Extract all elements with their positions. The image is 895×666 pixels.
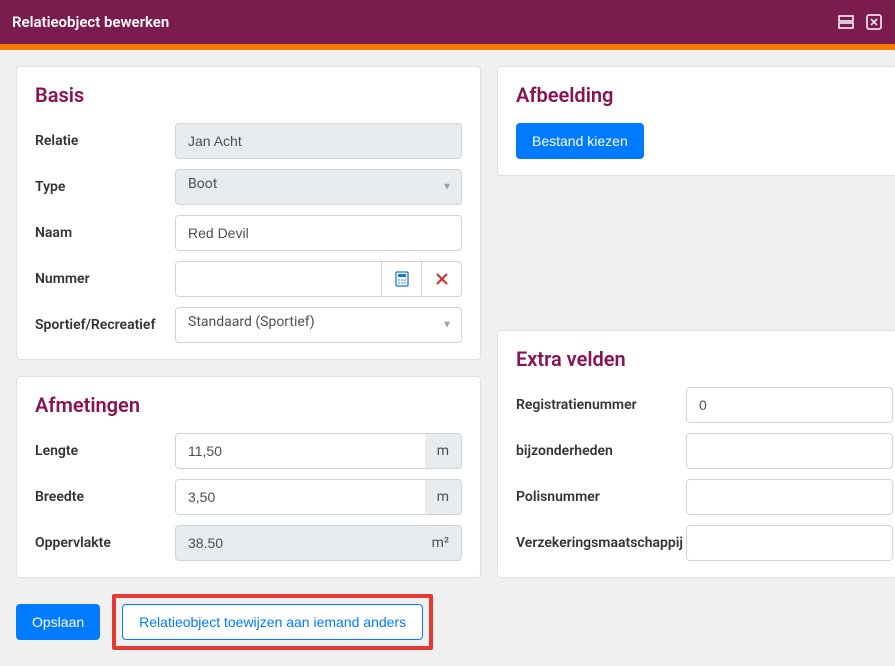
input-polis[interactable] (686, 479, 893, 515)
unit-lengte: m (425, 433, 462, 469)
input-bijzonderheden[interactable] (686, 433, 893, 469)
highlight-annotation: Relatieobject toewijzen aan iemand ander… (112, 594, 433, 650)
card-basis: Basis Relatie Type Boot ▼ Naam (16, 66, 481, 360)
label-bijzonderheden: bijzonderheden (516, 443, 686, 459)
window-restore-icon[interactable] (837, 13, 855, 31)
heading-basis: Basis (35, 83, 462, 107)
card-extra: Extra velden Registratienummer bijzonder… (497, 330, 895, 578)
titlebar: Relatieobject bewerken (0, 0, 895, 44)
label-verzekering: Verzekeringsmaatschappij (516, 535, 686, 551)
heading-afbeelding: Afbeelding (516, 83, 893, 107)
label-registratie: Registratienummer (516, 397, 686, 413)
choose-file-button[interactable]: Bestand kiezen (516, 123, 644, 159)
calculator-icon[interactable] (382, 261, 422, 297)
unit-breedte: m (425, 479, 462, 515)
label-nummer: Nummer (35, 271, 175, 287)
label-type: Type (35, 179, 175, 195)
heading-extra: Extra velden (516, 347, 893, 371)
label-oppervlakte: Oppervlakte (35, 535, 175, 551)
input-nummer[interactable] (175, 261, 382, 297)
input-relatie (175, 123, 462, 159)
label-polis: Polisnummer (516, 489, 686, 505)
input-verzekering[interactable] (686, 525, 893, 561)
select-sportief[interactable]: Standaard (Sportief) (175, 307, 462, 343)
label-breedte: Breedte (35, 489, 175, 505)
input-registratie[interactable] (686, 387, 893, 423)
input-breedte[interactable] (175, 479, 425, 515)
card-afbeelding: Afbeelding Bestand kiezen (497, 66, 895, 176)
label-relatie: Relatie (35, 133, 175, 149)
input-naam[interactable] (175, 215, 462, 251)
close-icon[interactable] (865, 13, 883, 31)
select-type[interactable]: Boot (175, 169, 462, 205)
card-afmetingen: Afmetingen Lengte m Breedte m (16, 376, 481, 578)
unit-oppervlakte: m² (420, 525, 462, 561)
clear-icon[interactable] (422, 261, 462, 297)
label-sportief: Sportief/Recreatief (35, 317, 175, 333)
label-lengte: Lengte (35, 443, 175, 459)
input-oppervlakte (175, 525, 420, 561)
window-title: Relatieobject bewerken (12, 13, 169, 31)
label-naam: Naam (35, 225, 175, 241)
input-lengte[interactable] (175, 433, 425, 469)
heading-afmetingen: Afmetingen (35, 393, 462, 417)
